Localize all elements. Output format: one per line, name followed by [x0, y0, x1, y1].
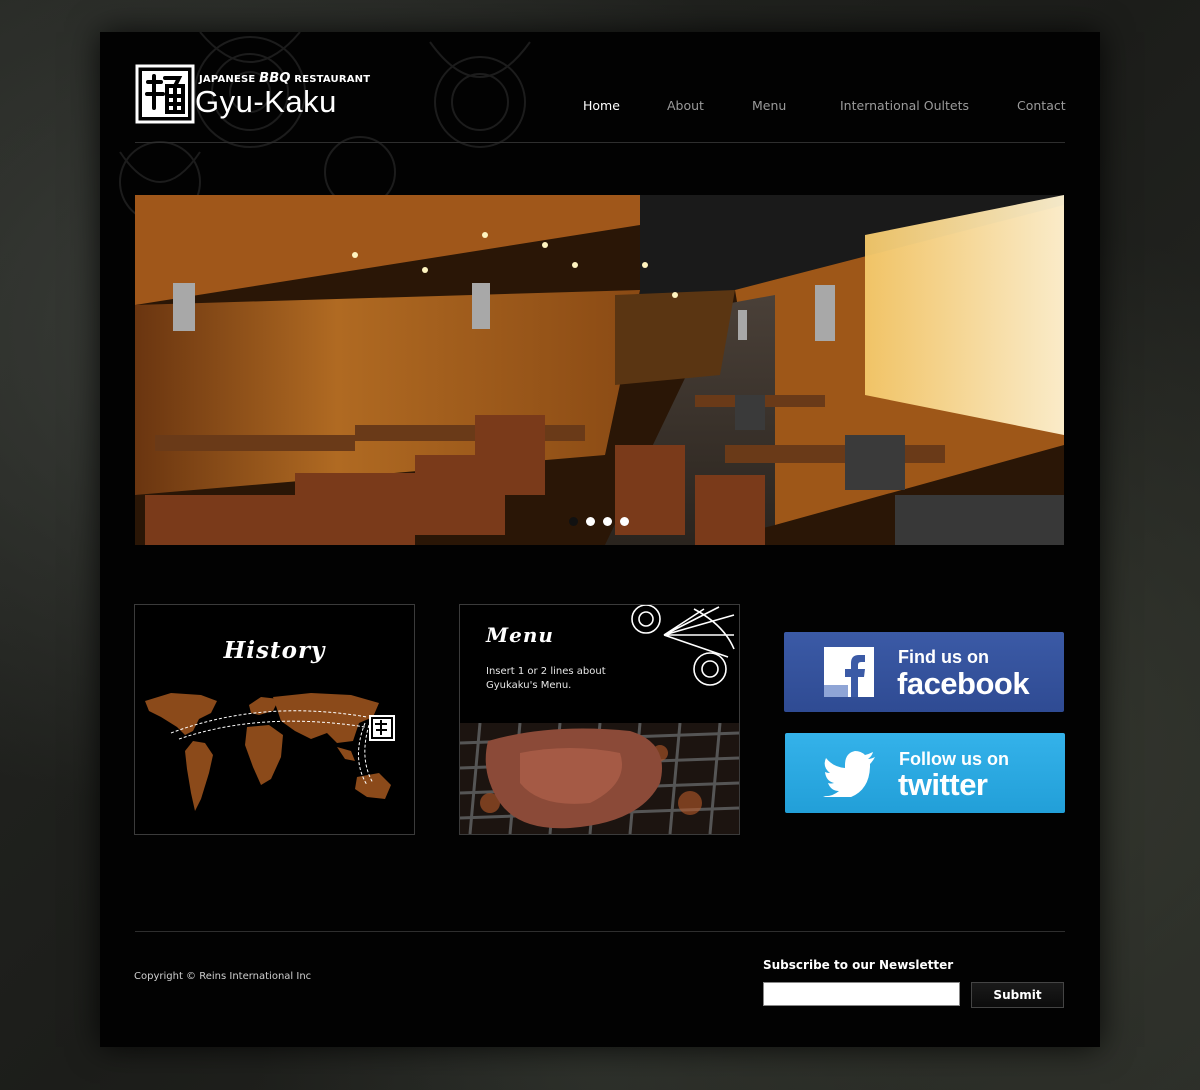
newsletter-submit-button[interactable]: Submit: [971, 982, 1064, 1008]
nav-about[interactable]: About: [667, 98, 704, 113]
restaurant-interior-image: [135, 195, 1064, 545]
slider-dots: [569, 517, 637, 527]
nav-home[interactable]: Home: [583, 98, 620, 113]
menu-description: Insert 1 or 2 lines about Gyukaku's Menu…: [486, 666, 606, 691]
world-map-image: [145, 693, 395, 811]
facebook-line1: Find us on: [898, 647, 989, 667]
newsletter-email-input[interactable]: [763, 982, 960, 1006]
slider-dot-3[interactable]: [603, 517, 612, 526]
menu-panel[interactable]: Menu Insert 1 or 2 lines about Gyukaku's…: [459, 604, 740, 835]
newsletter-label: Subscribe to our Newsletter: [763, 958, 954, 972]
twitter-button[interactable]: Follow us on twitter: [785, 733, 1065, 813]
facebook-line2: facebook: [897, 666, 1030, 701]
header-divider: [135, 142, 1065, 143]
facebook-button[interactable]: Find us on facebook: [784, 632, 1064, 712]
history-title: History: [223, 637, 326, 664]
nav-menu[interactable]: Menu: [752, 98, 786, 113]
slider-dot-4[interactable]: [620, 517, 629, 526]
nav-contact[interactable]: Contact: [1017, 98, 1066, 113]
copyright-text: Copyright © Reins International Inc: [134, 971, 312, 982]
facebook-f-icon: [824, 647, 874, 697]
page-container: JAPANESE BBQ RESTAURANT Gyu-Kaku Home Ab…: [100, 32, 1100, 1047]
history-panel[interactable]: History: [134, 604, 415, 835]
slider-dot-1[interactable]: [569, 517, 578, 526]
grilled-meat-image: [460, 723, 739, 834]
slider-dot-2[interactable]: [586, 517, 595, 526]
footer-divider: [135, 931, 1065, 932]
main-nav: Home About Menu International Oultets Co…: [100, 98, 1100, 118]
nav-international-outlets[interactable]: International Oultets: [840, 98, 969, 113]
twitter-bird-icon: [823, 751, 875, 797]
hero-slider[interactable]: [135, 195, 1064, 545]
menu-title: Menu: [486, 623, 554, 647]
fan-floral-icon: [631, 605, 735, 686]
twitter-line2: twitter: [898, 767, 988, 802]
